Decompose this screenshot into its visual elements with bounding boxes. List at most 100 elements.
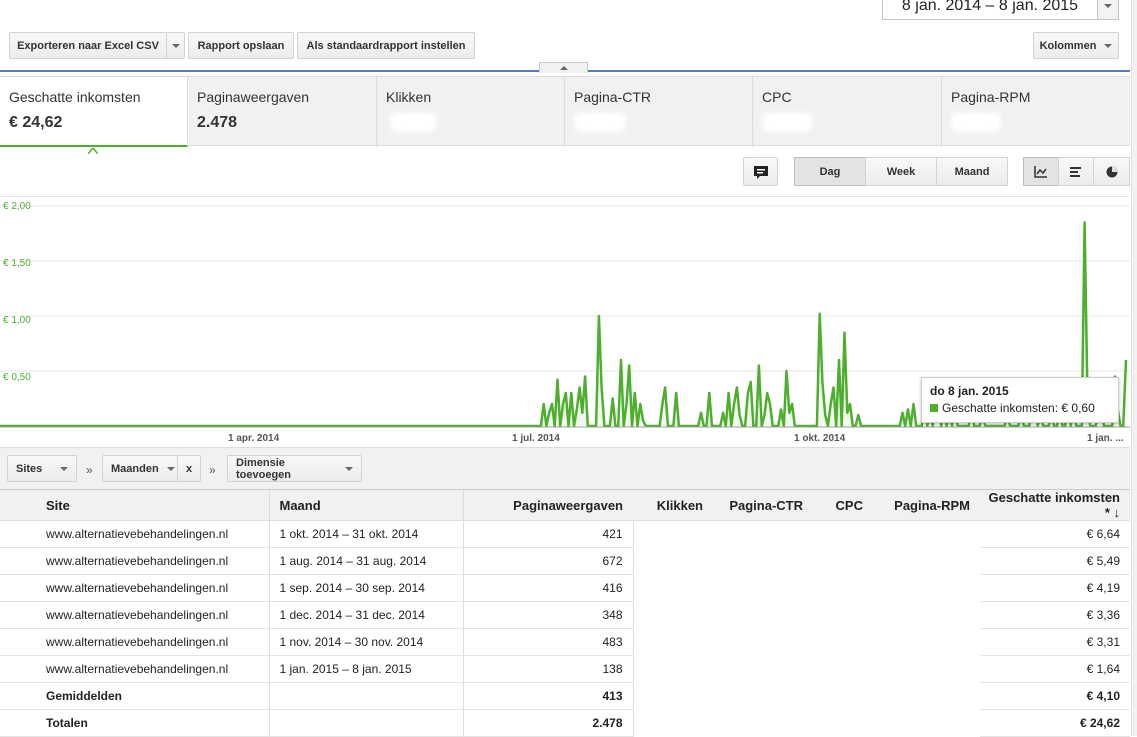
- granularity-week-button[interactable]: Week: [865, 157, 937, 186]
- pie-chart-icon: [1106, 166, 1117, 177]
- granularity-day-button[interactable]: Dag: [794, 157, 866, 186]
- dimension-bar: Sites » Maanden x » Dimensie toevoegen: [0, 447, 1130, 489]
- column-header-revenue[interactable]: Geschatte inkomsten * ↓: [980, 489, 1130, 521]
- dimension-months-button[interactable]: Maanden: [102, 455, 178, 482]
- chevron-down-icon: [1104, 4, 1112, 8]
- table-row: www.alternatievebehandelingen.nl 1 nov. …: [0, 628, 1130, 656]
- cell-month: 1 dec. 2014 – 31 dec. 2014: [268, 601, 463, 629]
- x-tick-label: 1 jan. ...: [1087, 433, 1124, 444]
- cell-revenue: € 4,19: [980, 574, 1130, 602]
- column-header-cpc[interactable]: CPC: [813, 489, 873, 521]
- cell-revenue: € 3,36: [980, 601, 1130, 629]
- redacted-value: [574, 112, 626, 132]
- totals-revenue: € 24,62: [980, 709, 1130, 737]
- save-report-button[interactable]: Rapport opslaan: [188, 32, 294, 59]
- cell-revenue: € 3,31: [980, 628, 1130, 656]
- date-range-field[interactable]: 8 jan. 2014 – 8 jan. 2015: [882, 0, 1098, 20]
- column-header-pageviews[interactable]: Paginaweergaven: [462, 489, 633, 521]
- column-header-clicks[interactable]: Klikken: [633, 489, 713, 521]
- cell-pageviews: 138: [462, 655, 634, 683]
- vertical-scrollbar[interactable]: [1131, 0, 1137, 736]
- metric-tab-ctr[interactable]: Pagina-CTR: [565, 77, 753, 147]
- close-icon: x: [185, 462, 193, 475]
- date-range-text: 8 jan. 2014 – 8 jan. 2015: [901, 0, 1079, 14]
- table-row: www.alternatievebehandelingen.nl 1 jan. …: [0, 655, 1130, 683]
- cell-pageviews: 672: [462, 547, 634, 575]
- table-row: www.alternatievebehandelingen.nl 1 aug. …: [0, 547, 1130, 575]
- cell-redacted: [633, 602, 980, 629]
- set-default-label: Als standaardrapport instellen: [306, 39, 466, 52]
- tooltip-value: Geschatte inkomsten: € 0,60: [942, 401, 1095, 415]
- metric-label: Klikken: [386, 89, 432, 105]
- collapse-toggle[interactable]: [539, 62, 588, 73]
- cell-pageviews: 348: [462, 601, 634, 629]
- metric-tab-rpm[interactable]: Pagina-RPM: [942, 77, 1130, 147]
- y-tick-label: € 1,50: [3, 258, 31, 269]
- redacted-value: [390, 112, 436, 132]
- cell-pageviews: 421: [462, 520, 634, 548]
- bar-chart-icon: [1070, 166, 1081, 177]
- line-chart-button[interactable]: [1023, 157, 1059, 186]
- cell-redacted: [633, 710, 980, 737]
- column-header-site[interactable]: Site: [0, 489, 269, 521]
- table-header-row: Site Maand Paginaweergaven Klikken Pagin…: [0, 489, 1130, 521]
- cell-site: www.alternatievebehandelingen.nl: [0, 655, 269, 683]
- dimension-sites-button[interactable]: Sites: [7, 455, 77, 482]
- table-row: www.alternatievebehandelingen.nl 1 dec. …: [0, 601, 1130, 629]
- cell-pageviews: 483: [462, 628, 634, 656]
- table-row: www.alternatievebehandelingen.nl 1 okt. …: [0, 520, 1130, 548]
- metric-tab-revenue[interactable]: Geschatte inkomsten € 24,62: [0, 77, 188, 155]
- granularity-day-label: Dag: [819, 165, 841, 178]
- cell-month: 1 okt. 2014 – 31 okt. 2014: [268, 520, 463, 548]
- set-default-report-button[interactable]: Als standaardrapport instellen: [297, 32, 475, 59]
- column-header-ctr[interactable]: Pagina-CTR: [713, 489, 813, 521]
- date-range-dropdown[interactable]: [1097, 0, 1119, 20]
- chart-tooltip: do 8 jan. 2015 Geschatte inkomsten: € 0,…: [921, 377, 1119, 423]
- totals-pageviews: 2.478: [462, 709, 634, 737]
- pie-chart-button[interactable]: [1093, 157, 1130, 186]
- chevron-down-icon: [345, 466, 353, 471]
- dimension-label: Sites: [16, 462, 43, 475]
- cell-redacted: [633, 548, 980, 575]
- cell-site: www.alternatievebehandelingen.nl: [0, 601, 269, 629]
- metric-tab-pageviews[interactable]: Paginaweergaven 2.478: [188, 77, 377, 147]
- export-options-dropdown[interactable]: [166, 32, 185, 59]
- chevron-up-icon: [559, 66, 568, 70]
- cell-site: www.alternatievebehandelingen.nl: [0, 574, 269, 602]
- y-tick-label: € 0,50: [3, 372, 31, 383]
- bar-chart-button[interactable]: [1058, 157, 1094, 186]
- chevron-down-icon: [166, 466, 175, 471]
- granularity-month-label: Maand: [954, 165, 990, 178]
- granularity-week-label: Week: [886, 165, 916, 178]
- chevron-down-icon: [1104, 43, 1113, 48]
- cell-redacted: [633, 521, 980, 548]
- metric-tab-clicks[interactable]: Klikken: [377, 77, 565, 147]
- metric-tab-cpc[interactable]: CPC: [753, 77, 942, 147]
- tooltip-date: do 8 jan. 2015: [930, 384, 1009, 398]
- save-report-label: Rapport opslaan: [197, 39, 285, 52]
- granularity-month-button[interactable]: Maand: [936, 157, 1008, 186]
- annotation-button[interactable]: [743, 157, 778, 186]
- metric-label: Pagina-CTR: [574, 89, 652, 105]
- averages-pageviews: 413: [462, 682, 634, 710]
- cell-redacted: [633, 575, 980, 602]
- cell-redacted: [633, 656, 980, 683]
- redacted-value: [951, 112, 1001, 132]
- line-chart-icon: [1034, 165, 1047, 178]
- remove-dimension-button[interactable]: x: [177, 455, 201, 482]
- cell-month: 1 sep. 2014 – 30 sep. 2014: [268, 574, 463, 602]
- columns-label: Kolommen: [1039, 39, 1097, 52]
- y-tick-label: € 1,00: [3, 315, 31, 326]
- columns-button[interactable]: Kolommen: [1033, 32, 1119, 59]
- x-tick-label: 1 okt. 2014: [794, 433, 846, 444]
- x-tick-label: 1 apr. 2014: [228, 433, 280, 444]
- column-header-rpm[interactable]: Pagina-RPM: [873, 489, 980, 521]
- metric-value: € 24,62: [9, 114, 63, 131]
- metric-label: Geschatte inkomsten: [9, 89, 141, 105]
- dimension-label: Maanden: [111, 462, 159, 475]
- column-header-month[interactable]: Maand: [268, 489, 463, 521]
- cell-redacted: [633, 683, 980, 710]
- export-csv-button[interactable]: Exporteren naar Excel CSV: [9, 32, 167, 59]
- add-dimension-button[interactable]: Dimensie toevoegen: [227, 455, 362, 482]
- chevron-down-icon: [60, 466, 68, 471]
